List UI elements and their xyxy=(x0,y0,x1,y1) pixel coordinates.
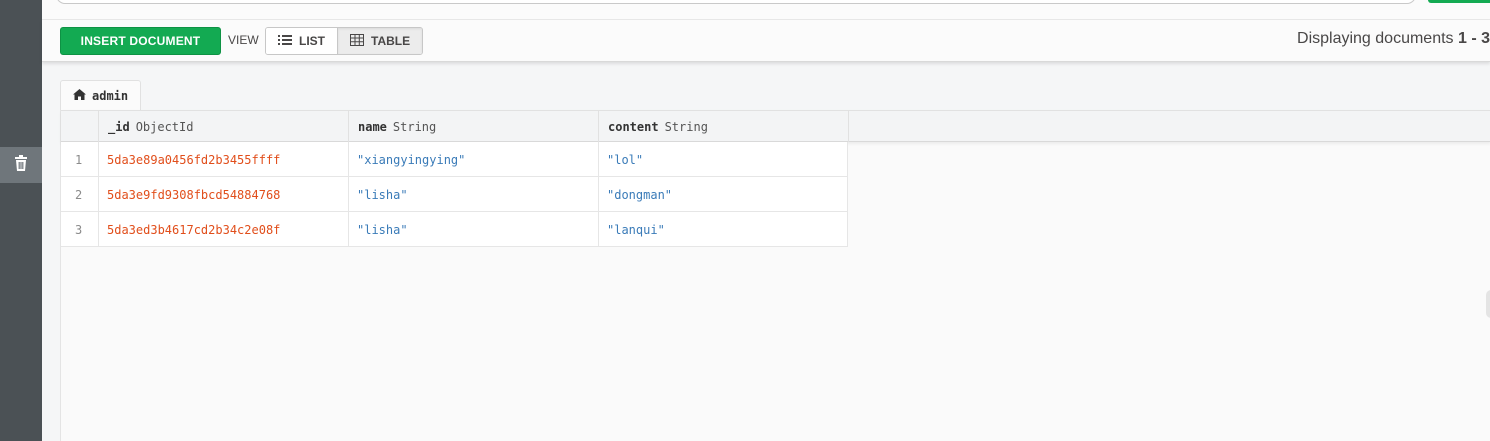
delete-documents-button[interactable] xyxy=(0,147,42,183)
table-view-button[interactable]: TABLE xyxy=(337,28,423,54)
cell-content[interactable]: "lanqui" xyxy=(599,212,848,247)
cell-id[interactable]: 5da3e89a0456fd2b3455ffff xyxy=(99,142,349,177)
table-icon xyxy=(350,33,364,49)
table-row[interactable]: 1 5da3e89a0456fd2b3455ffff "xiangyingyin… xyxy=(61,142,848,177)
cell-name[interactable]: "xiangyingying" xyxy=(349,142,599,177)
insert-document-button[interactable]: INSERT DOCUMENT xyxy=(60,27,221,55)
home-icon xyxy=(73,89,86,103)
table-row[interactable]: 2 5da3e9fd9308fbcd54884768 "lisha" "dong… xyxy=(61,177,848,212)
cell-id[interactable]: 5da3ed3b4617cd2b34c2e08f xyxy=(99,212,349,247)
view-label: VIEW xyxy=(228,33,259,47)
documents-content: admin _id ObjectId name String content S… xyxy=(42,62,1490,441)
column-header-type: String xyxy=(392,119,437,134)
column-header-type: String xyxy=(664,119,708,134)
column-header-content[interactable]: content String xyxy=(599,111,849,142)
trash-icon xyxy=(14,154,28,176)
row-number: 1 xyxy=(61,142,99,177)
column-header-field: content xyxy=(608,119,659,134)
find-button[interactable] xyxy=(1428,0,1490,3)
left-rail xyxy=(0,0,42,441)
column-header-name[interactable]: name String xyxy=(349,111,599,142)
app-window: INSERT DOCUMENT VIEW LIST TABLE Displayi… xyxy=(0,0,1490,441)
list-view-button[interactable]: LIST xyxy=(266,28,337,54)
cell-name[interactable]: "lisha" xyxy=(349,212,599,247)
collection-tab[interactable]: admin xyxy=(60,80,142,111)
table-header-row: _id ObjectId name String content String xyxy=(61,110,1490,142)
column-header-field: _id xyxy=(108,119,130,134)
document-count-range: 1 - 3 xyxy=(1457,30,1490,47)
column-header-type: ObjectId xyxy=(135,119,194,134)
list-icon xyxy=(278,34,292,49)
row-number: 2 xyxy=(61,177,99,212)
cell-content[interactable]: "dongman" xyxy=(599,177,848,212)
cell-id[interactable]: 5da3e9fd9308fbcd54884768 xyxy=(99,177,349,212)
column-header-field: name xyxy=(358,119,387,134)
cell-content[interactable]: "lol" xyxy=(599,142,848,177)
list-view-label: LIST xyxy=(299,34,325,48)
query-bar xyxy=(42,0,1490,20)
scrollbar-thumb[interactable] xyxy=(1486,290,1490,318)
document-count-prefix: Displaying documents xyxy=(1297,30,1458,47)
cell-name[interactable]: "lisha" xyxy=(349,177,599,212)
row-number: 3 xyxy=(61,212,99,247)
table-row[interactable]: 3 5da3ed3b4617cd2b34c2e08f "lisha" "lanq… xyxy=(61,212,848,247)
column-header-id[interactable]: _id ObjectId xyxy=(99,111,349,142)
collection-tab-label: admin xyxy=(92,89,129,103)
document-count: Displaying documents 1 - 3 xyxy=(1297,30,1490,48)
query-filter-input[interactable] xyxy=(56,0,1416,4)
documents-toolbar: INSERT DOCUMENT VIEW LIST TABLE Displayi… xyxy=(42,20,1490,62)
table-view-label: TABLE xyxy=(371,34,411,48)
view-toggle-group: LIST TABLE xyxy=(265,27,424,55)
documents-table: _id ObjectId name String content String … xyxy=(60,110,1490,441)
row-number-header xyxy=(61,111,99,142)
